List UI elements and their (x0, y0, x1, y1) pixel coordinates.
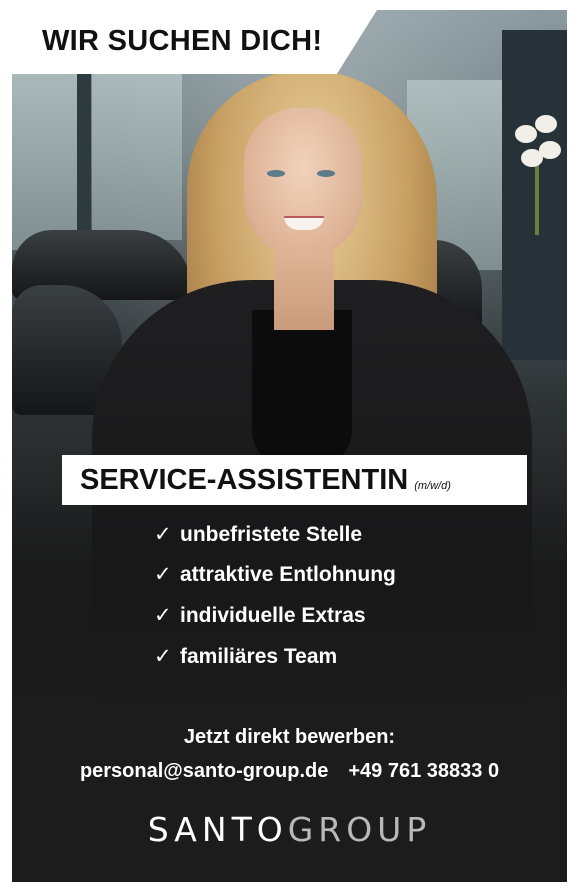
headline: WIR SUCHEN DICH! (42, 25, 323, 57)
role-title-wrap: SERVICE-ASSISTENTIN (m/w/d) (80, 464, 451, 497)
benefit-text: unbefristete Stelle (180, 523, 363, 546)
woman-top (252, 310, 352, 470)
orchid-plant (511, 115, 563, 235)
role-title: SERVICE-ASSISTENTIN (80, 464, 409, 496)
benefit-item: ✓ unbefristete Stelle (154, 522, 362, 552)
benefit-item: ✓ attraktive Entlohnung (154, 562, 396, 592)
job-ad-poster: WIR SUCHEN DICH! SERVICE-ASSISTENTIN (m/w… (12, 10, 567, 882)
logo-part-santo: SANTO (147, 810, 288, 849)
eye (317, 170, 335, 177)
checkmark-icon: ✓ (154, 563, 172, 586)
headline-banner: WIR SUCHEN DICH! (12, 10, 377, 74)
benefit-text: familiäres Team (180, 645, 338, 668)
pillar (77, 65, 91, 255)
santo-group-logo: SANTOGROUP (12, 810, 567, 849)
checkmark-icon: ✓ (154, 645, 172, 668)
checkmark-icon: ✓ (154, 604, 172, 627)
benefit-item: ✓ individuelle Extras (154, 603, 366, 633)
window (92, 70, 182, 240)
email-link[interactable]: personal@santo-group.de (80, 760, 328, 782)
window (12, 70, 77, 250)
role-suffix: (m/w/d) (414, 480, 451, 492)
phone-link[interactable]: +49 761 38833 0 (348, 760, 499, 782)
call-to-action: Jetzt direkt bewerben: (183, 726, 396, 748)
role-banner: SERVICE-ASSISTENTIN (m/w/d) (62, 455, 527, 505)
benefit-item: ✓ familiäres Team (154, 644, 337, 674)
checkmark-icon: ✓ (154, 523, 172, 546)
benefit-text: individuelle Extras (180, 604, 366, 627)
benefit-text: attraktive Entlohnung (180, 563, 396, 586)
woman-face (244, 108, 362, 258)
eye (267, 170, 285, 177)
contact-line: personal@santo-group.de +49 761 38833 0 (12, 760, 567, 783)
logo-part-group: GROUP (287, 810, 432, 849)
